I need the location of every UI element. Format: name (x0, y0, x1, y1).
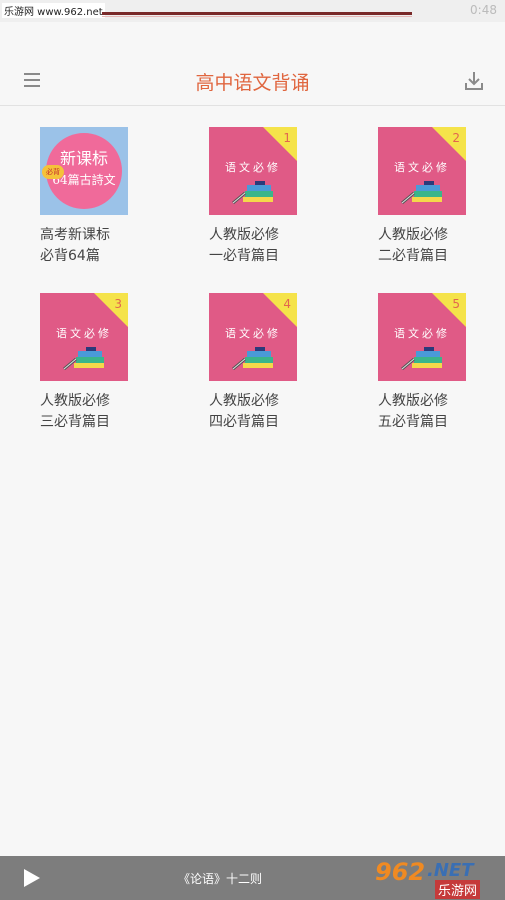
status-bar: 乐游网 www.962.net 0:48 (0, 0, 505, 22)
corner-badge (432, 293, 466, 327)
book-label-line2: 必背64篇 (40, 248, 100, 264)
download-icon[interactable] (465, 71, 483, 91)
book-label: 高考新课标 必背64篇 (40, 225, 136, 267)
book-thumbnail: 1 语文必修 (209, 127, 297, 215)
thumbnail-title: 语文必修 (394, 327, 450, 340)
status-progress-line (102, 12, 412, 15)
book-label-line2: 二必背篇目 (378, 248, 448, 264)
book-label-line2: 四必背篇目 (209, 414, 279, 430)
book-item-1[interactable]: 1 语文必修 人教版必修 一必背篇目 (209, 127, 329, 267)
watermark-site-name: 乐游网 (435, 880, 481, 899)
book-label-line1: 人教版必修 (378, 393, 448, 409)
books-icon (401, 347, 442, 371)
book-thumbnail: 3 语文必修 (40, 293, 128, 381)
corner-number: 3 (114, 297, 122, 311)
watermark-number: 962 (375, 858, 426, 886)
watermark-top: 乐游网 www.962.net (2, 3, 105, 18)
book-label-line2: 一必背篇目 (209, 248, 279, 264)
books-icon (63, 347, 104, 371)
book-item-3[interactable]: 3 语文必修 人教版必修 三必背篇目 (40, 293, 160, 433)
thumbnail-title: 语文必修 (225, 327, 281, 340)
book-label-line1: 人教版必修 (40, 393, 110, 409)
corner-badge (94, 293, 128, 327)
book-label-line1: 人教版必修 (209, 227, 279, 243)
book-label: 人教版必修 三必背篇目 (40, 391, 136, 433)
thumbnail-title: 语文必修 (225, 161, 281, 174)
corner-badge (263, 293, 297, 327)
corner-number: 2 (452, 131, 460, 145)
book-label-line1: 人教版必修 (209, 393, 279, 409)
audio-player-bar: 《论语》十二则 962 .NET 乐游网 (0, 856, 505, 900)
corner-number: 5 (452, 297, 460, 311)
status-progress-line-light (102, 16, 412, 17)
status-clock: 0:48 (470, 3, 497, 17)
books-icon (232, 181, 273, 205)
book-label: 人教版必修 五必背篇目 (378, 391, 474, 433)
corner-number: 1 (283, 131, 291, 145)
book-label-line2: 五必背篇目 (378, 414, 448, 430)
cover-image: 新课标 64篇古詩文 必背 (40, 127, 128, 215)
corner-number: 4 (283, 297, 291, 311)
watermark-logo: 962 .NET 乐游网 (369, 856, 499, 900)
corner-badge (432, 127, 466, 161)
book-label: 人教版必修 四必背篇目 (209, 391, 305, 433)
book-label: 人教版必修 二必背篇目 (378, 225, 474, 267)
book-label: 人教版必修 一必背篇目 (209, 225, 305, 267)
book-label-line2: 三必背篇目 (40, 414, 110, 430)
book-item-2[interactable]: 2 语文必修 人教版必修 二必背篇目 (378, 127, 498, 267)
watermark-net: .NET (427, 860, 474, 881)
book-item-4[interactable]: 4 语文必修 人教版必修 四必背篇目 (209, 293, 329, 433)
thumbnail-title: 语文必修 (56, 327, 112, 340)
app-bar: 高中语文背诵 (0, 22, 505, 106)
corner-badge (263, 127, 297, 161)
books-icon (401, 181, 442, 205)
page-title: 高中语文背诵 (195, 72, 310, 94)
book-thumbnail: 2 语文必修 (378, 127, 466, 215)
book-item-5[interactable]: 5 语文必修 人教版必修 五必背篇目 (378, 293, 498, 433)
book-thumbnail: 5 语文必修 (378, 293, 466, 381)
book-item-gaokao[interactable]: 新课标 64篇古詩文 必背 高考新课标 必背64篇 (40, 127, 160, 267)
thumbnail-title: 语文必修 (394, 161, 450, 174)
book-label-line1: 人教版必修 (378, 227, 448, 243)
cover-tag: 必背 (42, 165, 64, 179)
book-label-line1: 高考新课标 (40, 227, 110, 243)
books-icon (232, 347, 273, 371)
book-thumbnail: 4 语文必修 (209, 293, 297, 381)
